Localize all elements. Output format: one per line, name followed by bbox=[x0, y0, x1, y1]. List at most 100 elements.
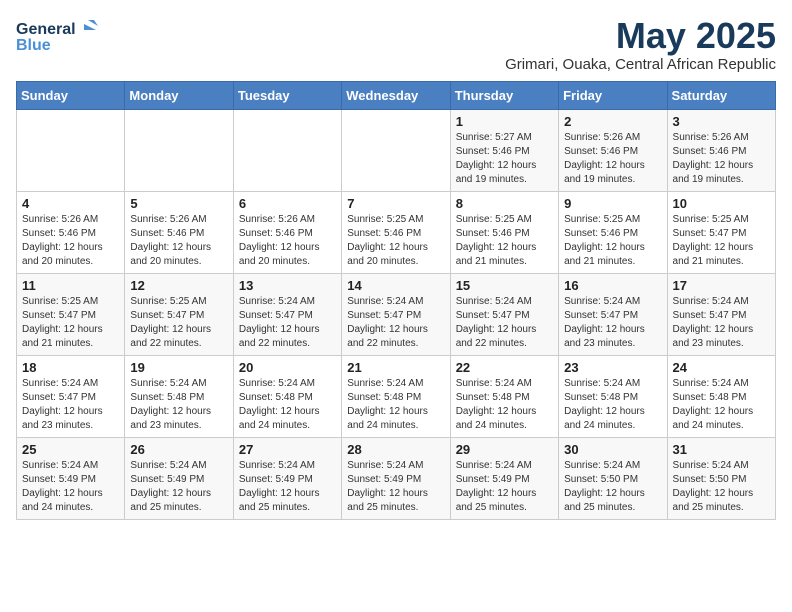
day-number: 12 bbox=[130, 278, 227, 293]
calendar-cell bbox=[125, 109, 233, 191]
calendar-cell: 21 Sunrise: 5:24 AMSunset: 5:48 PMDayligh… bbox=[342, 355, 450, 437]
day-info: Sunrise: 5:25 AMSunset: 5:46 PMDaylight:… bbox=[564, 213, 661, 269]
week-row-2: 4 Sunrise: 5:26 AMSunset: 5:46 PMDaylight… bbox=[17, 191, 776, 273]
calendar-cell: 16 Sunrise: 5:24 AMSunset: 5:47 PMDayligh… bbox=[559, 273, 667, 355]
day-info: Sunrise: 5:24 AMSunset: 5:47 PMDaylight:… bbox=[22, 377, 119, 433]
title-area: May 2025 Grimari, Ouaka, Central African… bbox=[505, 16, 776, 73]
weekday-header-friday: Friday bbox=[559, 81, 667, 109]
day-info: Sunrise: 5:25 AMSunset: 5:47 PMDaylight:… bbox=[22, 295, 119, 351]
day-info: Sunrise: 5:26 AMSunset: 5:46 PMDaylight:… bbox=[130, 213, 227, 269]
day-number: 29 bbox=[456, 442, 553, 457]
day-info: Sunrise: 5:25 AMSunset: 5:46 PMDaylight:… bbox=[456, 213, 553, 269]
calendar-cell: 15 Sunrise: 5:24 AMSunset: 5:47 PMDayligh… bbox=[450, 273, 558, 355]
day-info: Sunrise: 5:24 AMSunset: 5:47 PMDaylight:… bbox=[564, 295, 661, 351]
day-info: Sunrise: 5:24 AMSunset: 5:49 PMDaylight:… bbox=[239, 459, 336, 515]
calendar-cell: 3 Sunrise: 5:26 AMSunset: 5:46 PMDaylight… bbox=[667, 109, 775, 191]
day-info: Sunrise: 5:24 AMSunset: 5:49 PMDaylight:… bbox=[130, 459, 227, 515]
calendar-cell: 18 Sunrise: 5:24 AMSunset: 5:47 PMDayligh… bbox=[17, 355, 125, 437]
day-number: 11 bbox=[22, 278, 119, 293]
day-info: Sunrise: 5:24 AMSunset: 5:47 PMDaylight:… bbox=[456, 295, 553, 351]
day-info: Sunrise: 5:27 AMSunset: 5:46 PMDaylight:… bbox=[456, 131, 553, 187]
calendar-cell: 25 Sunrise: 5:24 AMSunset: 5:49 PMDayligh… bbox=[17, 437, 125, 519]
day-number: 14 bbox=[347, 278, 444, 293]
day-number: 9 bbox=[564, 196, 661, 211]
day-info: Sunrise: 5:26 AMSunset: 5:46 PMDaylight:… bbox=[564, 131, 661, 187]
calendar-cell: 30 Sunrise: 5:24 AMSunset: 5:50 PMDayligh… bbox=[559, 437, 667, 519]
day-info: Sunrise: 5:26 AMSunset: 5:46 PMDaylight:… bbox=[673, 131, 770, 187]
calendar-cell: 4 Sunrise: 5:26 AMSunset: 5:46 PMDaylight… bbox=[17, 191, 125, 273]
calendar-cell bbox=[342, 109, 450, 191]
day-info: Sunrise: 5:24 AMSunset: 5:48 PMDaylight:… bbox=[130, 377, 227, 433]
day-number: 31 bbox=[673, 442, 770, 457]
day-number: 2 bbox=[564, 114, 661, 129]
day-number: 20 bbox=[239, 360, 336, 375]
day-number: 7 bbox=[347, 196, 444, 211]
day-info: Sunrise: 5:24 AMSunset: 5:47 PMDaylight:… bbox=[347, 295, 444, 351]
day-number: 3 bbox=[673, 114, 770, 129]
calendar-cell: 13Sunrise: 5:24 AMSunset: 5:47 PMDayligh… bbox=[233, 273, 341, 355]
location-subtitle: Grimari, Ouaka, Central African Republic bbox=[505, 56, 776, 73]
day-number: 25 bbox=[22, 442, 119, 457]
svg-text:General: General bbox=[16, 21, 76, 38]
day-number: 1 bbox=[456, 114, 553, 129]
day-info: Sunrise: 5:24 AMSunset: 5:48 PMDaylight:… bbox=[456, 377, 553, 433]
day-number: 10 bbox=[673, 196, 770, 211]
day-info: Sunrise: 5:24 AMSunset: 5:47 PMDaylight:… bbox=[673, 295, 770, 351]
weekday-header-sunday: Sunday bbox=[17, 81, 125, 109]
svg-text:Blue: Blue bbox=[16, 37, 51, 54]
day-info: Sunrise: 5:25 AMSunset: 5:47 PMDaylight:… bbox=[673, 213, 770, 269]
day-number: 26 bbox=[130, 442, 227, 457]
day-number: 17 bbox=[673, 278, 770, 293]
calendar-cell: 22 Sunrise: 5:24 AMSunset: 5:48 PMDayligh… bbox=[450, 355, 558, 437]
calendar-cell: 29 Sunrise: 5:24 AMSunset: 5:49 PMDayligh… bbox=[450, 437, 558, 519]
day-number: 16 bbox=[564, 278, 661, 293]
calendar-cell bbox=[17, 109, 125, 191]
day-number: 18 bbox=[22, 360, 119, 375]
day-number: 4 bbox=[22, 196, 119, 211]
day-number: 21 bbox=[347, 360, 444, 375]
calendar-cell: 10 Sunrise: 5:25 AMSunset: 5:47 PMDayligh… bbox=[667, 191, 775, 273]
calendar-cell: 7 Sunrise: 5:25 AMSunset: 5:46 PMDaylight… bbox=[342, 191, 450, 273]
day-number: 5 bbox=[130, 196, 227, 211]
calendar-cell: 23 Sunrise: 5:24 AMSunset: 5:48 PMDayligh… bbox=[559, 355, 667, 437]
calendar-cell: 2 Sunrise: 5:26 AMSunset: 5:46 PMDaylight… bbox=[559, 109, 667, 191]
day-number: 22 bbox=[456, 360, 553, 375]
week-row-4: 18 Sunrise: 5:24 AMSunset: 5:47 PMDayligh… bbox=[17, 355, 776, 437]
day-info: Sunrise: 5:24 AMSunset: 5:47 PMDaylight:… bbox=[239, 295, 336, 351]
calendar-cell: 9 Sunrise: 5:25 AMSunset: 5:46 PMDaylight… bbox=[559, 191, 667, 273]
day-number: 15 bbox=[456, 278, 553, 293]
day-number: 28 bbox=[347, 442, 444, 457]
calendar-cell: 31Sunrise: 5:24 AMSunset: 5:50 PMDayligh… bbox=[667, 437, 775, 519]
calendar-cell: 17 Sunrise: 5:24 AMSunset: 5:47 PMDayligh… bbox=[667, 273, 775, 355]
day-info: Sunrise: 5:24 AMSunset: 5:49 PMDaylight:… bbox=[347, 459, 444, 515]
calendar-cell: 5 Sunrise: 5:26 AMSunset: 5:46 PMDaylight… bbox=[125, 191, 233, 273]
calendar-cell: 27 Sunrise: 5:24 AMSunset: 5:49 PMDayligh… bbox=[233, 437, 341, 519]
weekday-header-monday: Monday bbox=[125, 81, 233, 109]
day-number: 27 bbox=[239, 442, 336, 457]
logo: General Blue bbox=[16, 16, 106, 54]
calendar-cell: 28 Sunrise: 5:24 AMSunset: 5:49 PMDayligh… bbox=[342, 437, 450, 519]
day-number: 30 bbox=[564, 442, 661, 457]
weekday-header-saturday: Saturday bbox=[667, 81, 775, 109]
day-number: 6 bbox=[239, 196, 336, 211]
day-info: Sunrise: 5:24 AMSunset: 5:48 PMDaylight:… bbox=[239, 377, 336, 433]
calendar-cell: 20 Sunrise: 5:24 AMSunset: 5:48 PMDayligh… bbox=[233, 355, 341, 437]
day-info: Sunrise: 5:25 AMSunset: 5:46 PMDaylight:… bbox=[347, 213, 444, 269]
calendar-cell: 12 Sunrise: 5:25 AMSunset: 5:47 PMDayligh… bbox=[125, 273, 233, 355]
day-info: Sunrise: 5:24 AMSunset: 5:49 PMDaylight:… bbox=[456, 459, 553, 515]
day-info: Sunrise: 5:24 AMSunset: 5:48 PMDaylight:… bbox=[564, 377, 661, 433]
day-info: Sunrise: 5:25 AMSunset: 5:47 PMDaylight:… bbox=[130, 295, 227, 351]
calendar-cell: 6 Sunrise: 5:26 AMSunset: 5:46 PMDaylight… bbox=[233, 191, 341, 273]
calendar-cell: 8Sunrise: 5:25 AMSunset: 5:46 PMDaylight… bbox=[450, 191, 558, 273]
month-title: May 2025 bbox=[505, 16, 776, 56]
day-info: Sunrise: 5:26 AMSunset: 5:46 PMDaylight:… bbox=[239, 213, 336, 269]
day-number: 24 bbox=[673, 360, 770, 375]
day-info: Sunrise: 5:24 AMSunset: 5:48 PMDaylight:… bbox=[347, 377, 444, 433]
day-info: Sunrise: 5:26 AMSunset: 5:46 PMDaylight:… bbox=[22, 213, 119, 269]
calendar-cell: 1 Sunrise: 5:27 AMSunset: 5:46 PMDaylight… bbox=[450, 109, 558, 191]
day-info: Sunrise: 5:24 AMSunset: 5:49 PMDaylight:… bbox=[22, 459, 119, 515]
day-info: Sunrise: 5:24 AMSunset: 5:50 PMDaylight:… bbox=[564, 459, 661, 515]
calendar-table: SundayMondayTuesdayWednesdayThursdayFrid… bbox=[16, 81, 776, 520]
day-info: Sunrise: 5:24 AMSunset: 5:48 PMDaylight:… bbox=[673, 377, 770, 433]
day-number: 23 bbox=[564, 360, 661, 375]
